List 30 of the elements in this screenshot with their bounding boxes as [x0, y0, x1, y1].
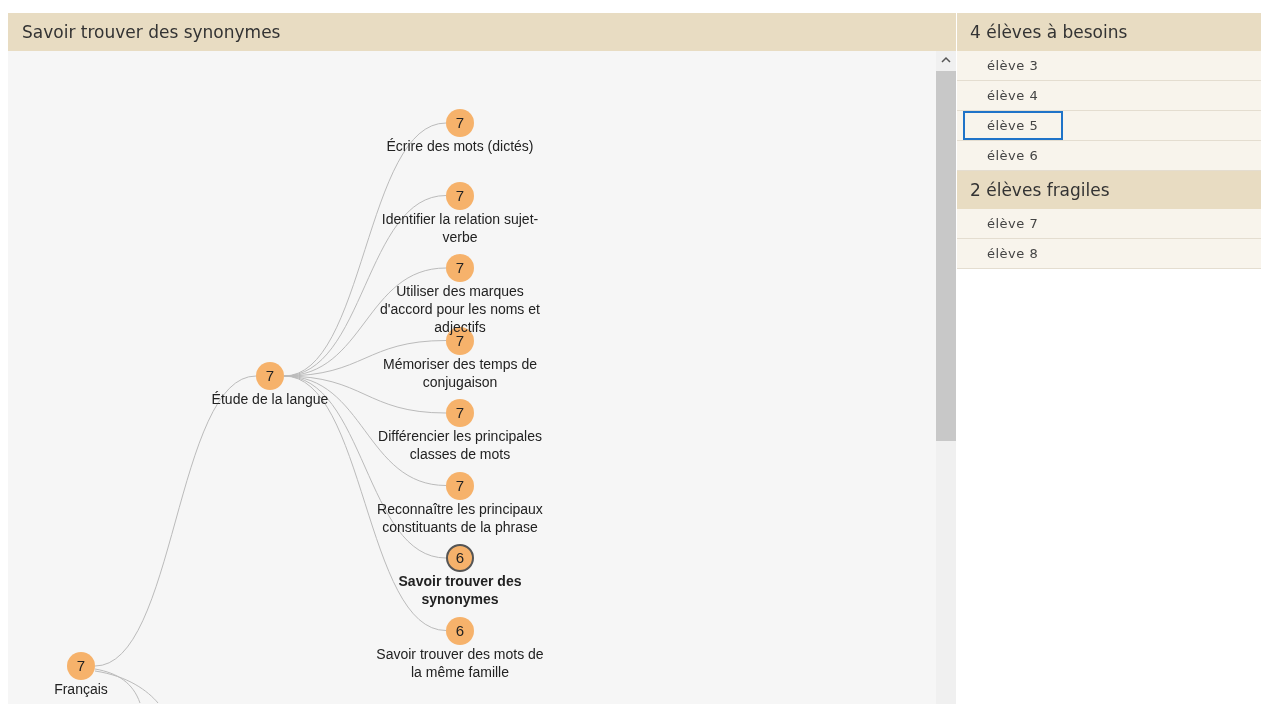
node-circle[interactable]: 7 — [446, 181, 474, 210]
group-title: 4 élèves à besoins — [957, 13, 1261, 51]
node-circle[interactable]: 7 — [446, 109, 474, 137]
node-label: Savoir trouver des mots de la même famille — [375, 644, 545, 681]
scrollbar[interactable] — [936, 51, 956, 704]
node-label: Différencier les principales classes de mots — [377, 427, 543, 463]
node-circle[interactable]: 6 — [446, 616, 474, 645]
node-circle[interactable]: 7 — [446, 254, 474, 282]
node-label: Mémoriser des temps de conjugaison — [381, 354, 539, 391]
student-item[interactable]: élève 8 — [957, 239, 1261, 269]
node-label: Reconnaître les principaux constituants de la phrase — [376, 499, 544, 536]
student-item[interactable]: élève 5 — [957, 111, 1261, 141]
student-item[interactable]: élève 4 — [957, 81, 1261, 111]
student-item[interactable]: élève 6 — [957, 141, 1261, 171]
group-title: 2 élèves fragiles — [957, 171, 1261, 209]
scroll-up-icon[interactable] — [941, 56, 951, 64]
node-label: Écrire des mots (dictés) — [386, 137, 534, 155]
node-label: Étude de la langue — [211, 390, 329, 408]
node-circle[interactable]: 7 — [446, 471, 474, 500]
node-circle[interactable]: 7 — [446, 399, 474, 427]
student-item[interactable]: élève 7 — [957, 209, 1261, 239]
node-label: Identifier la relation sujet-verbe — [380, 209, 540, 246]
node-circle[interactable]: 6 — [446, 544, 474, 572]
node-label: Savoir trouver des synonymes — [397, 572, 523, 608]
student-item[interactable]: élève 3 — [957, 51, 1261, 81]
panel-title: Savoir trouver des synonymes — [8, 13, 956, 51]
node-circle[interactable]: 7 — [67, 652, 95, 680]
scrollbar-thumb[interactable] — [936, 71, 956, 441]
node-label: Français — [54, 680, 108, 698]
node-circle[interactable]: 7 — [256, 362, 284, 390]
